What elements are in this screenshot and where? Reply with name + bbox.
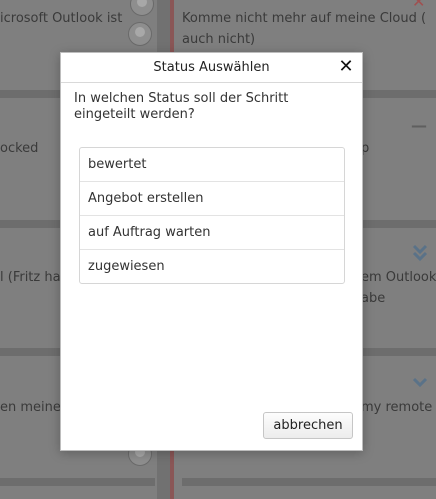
double-chevron-down-icon (411, 244, 429, 265)
card-text: icrosoft Outlook ist (0, 11, 123, 26)
close-button[interactable]: ✕ (337, 57, 355, 77)
close-icon: ✕ (412, 0, 426, 11)
dialog-title: Status Auswählen (153, 60, 270, 75)
dialog-header: Status Auswählen ✕ (61, 53, 362, 83)
close-icon: ✕ (338, 56, 354, 77)
chevron-down-icon (411, 375, 429, 391)
card-text: Komme nicht mehr auf meine Cloud ( (182, 11, 427, 26)
card-text: abe (361, 291, 386, 306)
card-text: l (Fritz ha (0, 270, 61, 285)
card-text: em Outlook (361, 270, 436, 285)
status-option-bewertet[interactable]: bewertet (80, 148, 344, 182)
avatar (128, 22, 152, 46)
card-progress-bar (182, 478, 436, 486)
status-option-zugewiesen[interactable]: zugewiesen (80, 250, 344, 283)
card-progress-bar (0, 478, 155, 486)
status-option-auf-auftrag-warten[interactable]: auf Auftrag warten (80, 216, 344, 250)
status-option-list: bewertet Angebot erstellen auf Auftrag w… (79, 147, 345, 284)
card-text: en meine (0, 400, 61, 415)
status-dialog: Status Auswählen ✕ In welchen Status sol… (60, 52, 363, 451)
card-text: ocked (0, 141, 39, 156)
status-option-angebot-erstellen[interactable]: Angebot erstellen (80, 182, 344, 216)
cancel-button[interactable]: abbrechen (263, 412, 353, 439)
card-text: auch nicht) (182, 32, 256, 47)
minus-icon: — (411, 116, 427, 135)
card-text: my remote (361, 400, 433, 415)
dialog-prompt: In welchen Status soll der Schritt einge… (74, 91, 289, 122)
